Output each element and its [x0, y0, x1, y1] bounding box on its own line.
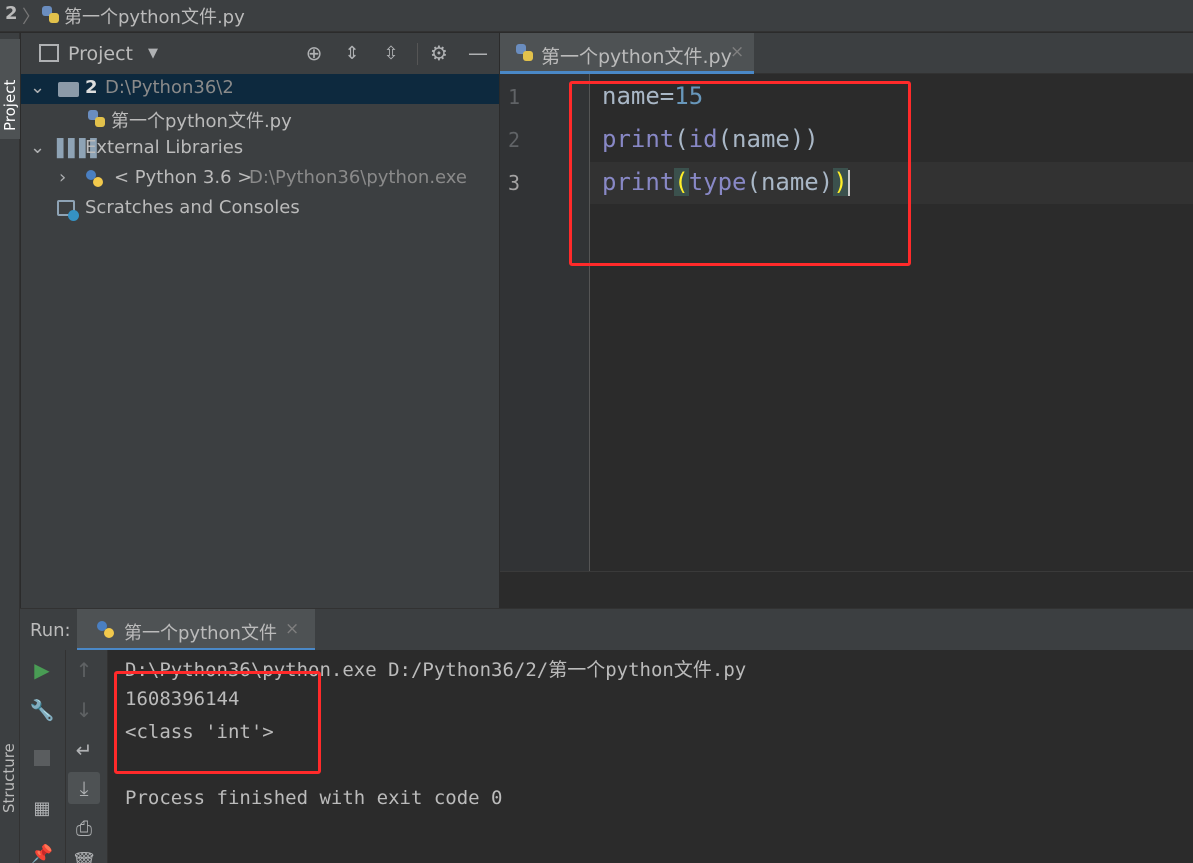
scroll-to-end-icon[interactable]: ⤓: [68, 772, 100, 804]
run-toolbar: ▶ 🔧 ▦ 📌 ↑ ↓ ↵ ⤓ ⎙ 🗑: [20, 650, 108, 863]
folder-icon: [58, 82, 79, 97]
collapse-all-icon[interactable]: ⇳: [380, 42, 402, 64]
run-icon[interactable]: ▶: [30, 658, 54, 682]
chevron-right-icon[interactable]: ›: [59, 167, 66, 188]
editor-tab-bar: 第一个python文件.py ×: [500, 33, 1193, 74]
line-number: 3: [508, 171, 521, 195]
run-tab-label: 第一个python文件: [124, 623, 277, 644]
tree-sdk-path: D:\Python36\python.exe: [249, 167, 467, 188]
pin-icon[interactable]: 📌: [30, 842, 54, 863]
breadcrumb-separator-icon: 〉: [22, 7, 40, 28]
project-view-icon: [39, 44, 59, 62]
editor-tab[interactable]: 第一个python文件.py ×: [500, 33, 754, 74]
tree-scratches: Scratches and Consoles: [85, 197, 300, 218]
chevron-down-icon[interactable]: ⌄: [30, 137, 45, 158]
wrench-icon[interactable]: 🔧: [30, 698, 55, 722]
tree-row-external-libraries[interactable]: ⌄ ▌▌▌▌ External Libraries: [21, 134, 499, 164]
chevron-down-icon[interactable]: ⌄: [30, 77, 45, 98]
tree-row-root[interactable]: ⌄ 2 D:\Python36\2: [21, 74, 499, 104]
console-exit-message: Process finished with exit code 0: [125, 787, 503, 809]
python-run-icon: [97, 621, 115, 639]
close-icon[interactable]: ×: [730, 42, 744, 62]
stop-icon[interactable]: [30, 746, 54, 770]
structure-tool-label[interactable]: Structure: [0, 743, 18, 813]
editor-bottom-area: [500, 571, 1193, 608]
highlight-box-output: [114, 671, 321, 774]
arrow-up-icon[interactable]: ↑: [72, 658, 96, 682]
close-icon[interactable]: ×: [285, 619, 299, 639]
toolbar-divider: [65, 650, 66, 863]
editor-tab-label: 第一个python文件.py: [541, 46, 732, 68]
dropdown-arrow-icon[interactable]: ▼: [145, 45, 161, 61]
line-number: 2: [508, 128, 521, 152]
tree-file-name: 第一个python文件.py: [111, 111, 292, 132]
locate-icon[interactable]: ⊕: [303, 41, 325, 65]
tree-row-scratches[interactable]: Scratches and Consoles: [21, 194, 499, 224]
run-tab[interactable]: 第一个python文件 ×: [77, 609, 315, 651]
tree-sdk-name: < Python 3.6 >: [114, 167, 253, 188]
toolbar-divider: [417, 43, 418, 65]
breadcrumb-project[interactable]: 2: [5, 3, 18, 24]
run-label: Run:: [30, 620, 71, 641]
print-icon[interactable]: ⎙: [72, 816, 96, 840]
gear-icon[interactable]: ⚙: [428, 41, 450, 65]
soft-wrap-icon[interactable]: ↵: [72, 738, 96, 762]
tree-root-path: D:\Python36\2: [105, 77, 234, 98]
trash-icon[interactable]: 🗑: [71, 850, 96, 863]
layout-icon[interactable]: ▦: [30, 796, 54, 820]
left-tool-strip: Project Structure arks: [0, 33, 20, 863]
project-tree: ⌄ 2 D:\Python36\2 第一个python文件.py ⌄ ▌▌▌▌ …: [21, 74, 499, 608]
expand-all-icon[interactable]: ⇕: [341, 42, 363, 64]
python-file-icon: [42, 6, 60, 24]
python-file-icon: [88, 110, 106, 128]
arrow-down-icon[interactable]: ↓: [72, 698, 96, 722]
highlight-box-code: [569, 81, 911, 266]
tree-row-sdk[interactable]: › < Python 3.6 > D:\Python36\python.exe: [21, 164, 499, 194]
project-panel-title[interactable]: Project: [68, 43, 133, 65]
python-sdk-icon: [86, 170, 104, 188]
minimize-icon[interactable]: —: [467, 41, 489, 65]
breadcrumb-file[interactable]: 第一个python文件.py: [64, 3, 245, 29]
project-tool-label[interactable]: Project: [1, 80, 19, 131]
project-panel-header: Project ▼ ⊕ ⇕ ⇳ ⚙ —: [21, 33, 499, 74]
tree-external-libraries: External Libraries: [85, 137, 244, 158]
tree-row-file[interactable]: 第一个python文件.py: [21, 104, 499, 134]
scratches-badge-icon: [68, 210, 79, 221]
breadcrumb: 2 〉 第一个python文件.py: [0, 0, 1193, 32]
run-panel-header: Run: 第一个python文件 ×: [20, 608, 1193, 651]
tree-root-name: 2: [85, 77, 98, 98]
python-file-icon: [516, 44, 534, 62]
line-number: 1: [508, 85, 521, 109]
